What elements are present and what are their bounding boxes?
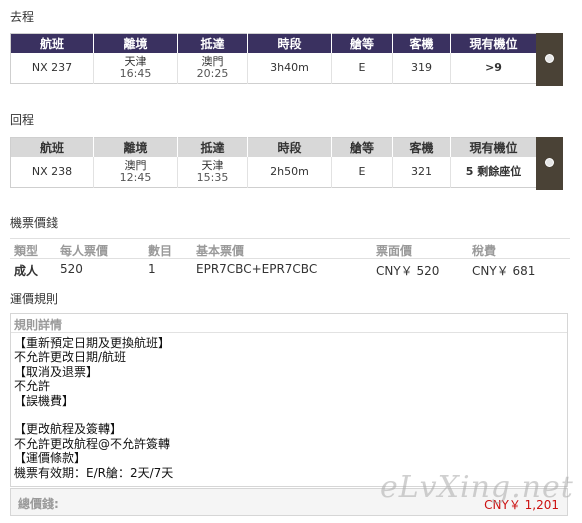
table-header-row: 航班 離境 抵達 時段 艙等 客機 現有機位 (10, 137, 537, 157)
duration: 3h40m (247, 52, 332, 84)
departure-city: 澳門 (124, 158, 147, 172)
passenger-type: 成人 (14, 264, 39, 278)
face-value: CNY￥ 520 (376, 264, 440, 278)
table-header-row: 航班 離境 抵達 時段 艙等 客機 現有機位 (10, 33, 537, 53)
base-fare-code: EPR7CBC+EPR7CBC (196, 262, 318, 276)
watermark-logo: eLvXing.net (380, 470, 574, 505)
header-aircraft: 客機 (392, 33, 451, 53)
rules-text: 【重新預定日期及更換航班】 不允許更改日期/航班 【取消及退票】 不允許 【誤機… (14, 336, 173, 480)
header-face-value: 票面價 (376, 244, 413, 258)
return-flight-table: 航班 離境 抵達 時段 艙等 客機 現有機位 NX 238 澳門 12:45 天… (10, 137, 537, 188)
rule-line: 【運價條款】 (14, 451, 87, 466)
rule-line: 不允許 (14, 379, 51, 394)
availability: 5 剩餘座位 (450, 156, 537, 188)
aircraft-type: 319 (392, 52, 451, 84)
outbound-section-label: 去程 (10, 10, 35, 24)
rule-line: 不允許更改航程@不允許簽轉 (14, 436, 171, 451)
arrival-city: 澳門 (201, 54, 224, 68)
duration: 2h50m (247, 156, 332, 188)
departure-cell: 天津 16:45 (93, 52, 178, 84)
quantity: 1 (148, 262, 156, 276)
aircraft-type: 321 (392, 156, 451, 188)
tax: CNY￥ 681 (472, 264, 536, 278)
header-tax: 稅費 (472, 244, 497, 258)
arrival-city: 天津 (201, 158, 224, 172)
total-label: 總價錢: (18, 497, 59, 511)
arrival-time: 20:25 (196, 66, 229, 80)
header-arrival: 抵達 (177, 137, 248, 157)
header-flight: 航班 (10, 33, 94, 53)
cabin-class: E (331, 52, 393, 84)
pricing-header-row: 類型 每人票價 數目 基本票價 票面價 稅費 (14, 242, 574, 258)
rules-details-box: 規則詳情 【重新預定日期及更換航班】 不允許更改日期/航班 【取消及退票】 不允… (10, 313, 568, 487)
header-departure: 離境 (93, 137, 178, 157)
departure-city: 天津 (124, 54, 147, 68)
flight-number: NX 237 (10, 52, 94, 84)
rule-line (14, 408, 173, 422)
header-type: 類型 (14, 244, 39, 258)
table-row[interactable]: NX 238 澳門 12:45 天津 15:35 2h50m E 321 5 剩… (10, 156, 537, 188)
header-quantity: 數目 (148, 244, 173, 258)
table-row: 成人 520 1 EPR7CBC+EPR7CBC CNY￥ 520 CNY￥ 6… (14, 262, 574, 278)
header-fare-per-person: 每人票價 (60, 244, 109, 258)
header-cabin: 艙等 (331, 137, 393, 157)
divider (11, 332, 567, 333)
fare-per-person: 520 (60, 262, 83, 276)
cabin-class: E (331, 156, 393, 188)
departure-cell: 澳門 12:45 (93, 156, 178, 188)
header-aircraft: 客機 (392, 137, 451, 157)
flight-number: NX 238 (10, 156, 94, 188)
return-section-label: 回程 (10, 113, 35, 127)
rules-section-label: 運價規則 (10, 292, 59, 306)
rule-line: 【更改航程及簽轉】 (14, 422, 123, 437)
rule-line: 不允許更改日期/航班 (14, 350, 127, 365)
header-duration: 時段 (247, 33, 332, 53)
divider (10, 258, 570, 259)
arrival-cell: 天津 15:35 (177, 156, 248, 188)
departure-time: 16:45 (119, 66, 152, 80)
radio-dot-icon (545, 158, 554, 167)
rule-line: 【誤機費】 (14, 393, 75, 408)
departure-time: 12:45 (119, 170, 152, 184)
header-availability: 現有機位 (450, 33, 537, 53)
return-select-button[interactable] (536, 137, 563, 190)
rule-line: 機票有效期：E/R艙：2天/7天 (14, 465, 174, 480)
outbound-select-button[interactable] (536, 33, 563, 86)
header-base-fare: 基本票價 (196, 244, 245, 258)
header-arrival: 抵達 (177, 33, 248, 53)
rule-line: 【重新預定日期及更換航班】 (14, 336, 171, 350)
table-row[interactable]: NX 237 天津 16:45 澳門 20:25 3h40m E 319 >9 (10, 52, 537, 84)
header-departure: 離境 (93, 33, 178, 53)
rules-title: 規則詳情 (14, 318, 63, 332)
pricing-section-label: 機票價錢 (10, 216, 59, 230)
header-duration: 時段 (247, 137, 332, 157)
header-cabin: 艙等 (331, 33, 393, 53)
arrival-cell: 澳門 20:25 (177, 52, 248, 84)
arrival-time: 15:35 (196, 170, 229, 184)
availability: >9 (450, 52, 537, 84)
header-flight: 航班 (10, 137, 94, 157)
header-availability: 現有機位 (450, 137, 537, 157)
rule-line: 【取消及退票】 (14, 364, 99, 379)
radio-dot-icon (545, 54, 554, 63)
outbound-flight-table: 航班 離境 抵達 時段 艙等 客機 現有機位 NX 237 天津 16:45 澳… (10, 33, 537, 84)
divider (10, 238, 570, 239)
